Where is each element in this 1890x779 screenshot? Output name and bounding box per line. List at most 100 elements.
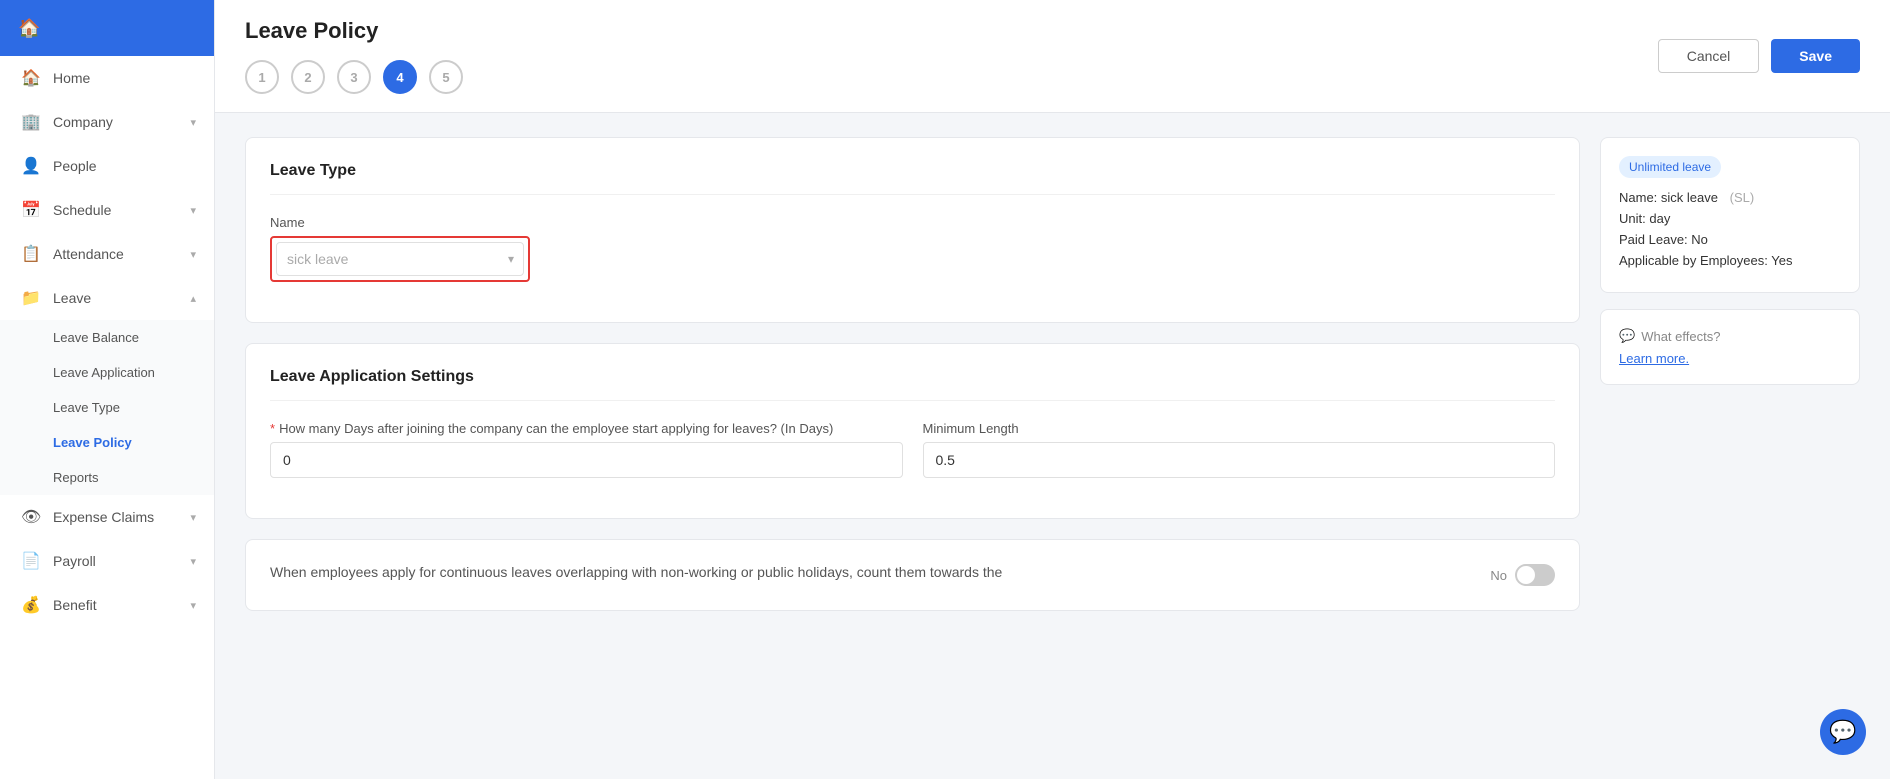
min-length-label: Minimum Length: [923, 421, 1556, 436]
sidebar-item-schedule[interactable]: 📅 Schedule ▾: [0, 188, 214, 232]
sidebar-item-label: Leave: [53, 290, 91, 306]
benefit-icon: 💰: [21, 595, 41, 615]
sidebar-item-label: Payroll: [53, 553, 96, 569]
info-abbr: (SL): [1730, 190, 1755, 205]
chevron-down-icon: ▾: [190, 599, 196, 612]
effects-card: 💬 What effects? Learn more.: [1600, 309, 1860, 385]
content-main: Leave Type Name sick leave Leave Applica…: [245, 137, 1580, 755]
name-form-group: Name sick leave: [270, 215, 1555, 282]
sidebar-sub-item-label: Leave Application: [53, 365, 155, 380]
info-unit-row: Unit: day: [1619, 211, 1841, 226]
required-marker: *: [270, 421, 275, 436]
chevron-down-icon: ▾: [190, 116, 196, 129]
step-1[interactable]: 1: [245, 60, 279, 94]
attendance-icon: 📋: [21, 244, 41, 264]
effects-title: 💬 What effects?: [1619, 328, 1841, 344]
main-content: Leave Policy 1 2 3 4 5 Cancel Save Leave…: [215, 0, 1890, 779]
info-unit-label: Unit:: [1619, 211, 1646, 226]
info-paid-row: Paid Leave: No: [1619, 232, 1841, 247]
sidebar-item-label: Company: [53, 114, 113, 130]
chevron-up-icon: ▴: [190, 292, 196, 305]
overlap-toggle[interactable]: [1515, 564, 1555, 586]
effects-icon: 💬: [1619, 328, 1635, 344]
leave-type-card-title: Leave Type: [270, 162, 1555, 195]
info-name-value: sick leave: [1661, 190, 1718, 205]
sidebar-item-payroll[interactable]: 📄 Payroll ▾: [0, 539, 214, 583]
name-select[interactable]: sick leave: [276, 242, 524, 276]
sidebar-header: 🏠: [0, 0, 214, 56]
sidebar-item-home[interactable]: 🏠 Home: [0, 56, 214, 100]
action-buttons: Cancel Save: [1658, 39, 1860, 73]
effects-title-text: What effects?: [1641, 329, 1720, 344]
info-card: Unlimited leave Name: sick leave (SL) Un…: [1600, 137, 1860, 293]
sidebar-item-attendance[interactable]: 📋 Attendance ▾: [0, 232, 214, 276]
sidebar-item-benefit[interactable]: 💰 Benefit ▾: [0, 583, 214, 627]
leave-icon: 📁: [21, 288, 41, 308]
payroll-icon: 📄: [21, 551, 41, 571]
sidebar: 🏠 🏠 Home 🏢 Company ▾ 👤 People 📅 Schedule…: [0, 0, 215, 779]
info-name-label: Name:: [1619, 190, 1657, 205]
chat-button[interactable]: 💬: [1820, 709, 1866, 755]
step-2[interactable]: 2: [291, 60, 325, 94]
sidebar-item-leave-policy[interactable]: Leave Policy: [0, 425, 214, 460]
leave-submenu: Leave Balance Leave Application Leave Ty…: [0, 320, 214, 495]
sidebar-item-label: People: [53, 158, 97, 174]
sidebar-sub-item-label: Leave Type: [53, 400, 120, 415]
toggle-no-label: No: [1490, 568, 1507, 583]
sidebar-item-leave-balance[interactable]: Leave Balance: [0, 320, 214, 355]
chat-icon: 💬: [1829, 719, 1856, 745]
sidebar-sub-item-label: Leave Policy: [53, 435, 132, 450]
chevron-down-icon: ▾: [190, 204, 196, 217]
sidebar-item-leave-application[interactable]: Leave Application: [0, 355, 214, 390]
home-icon: 🏠: [21, 68, 41, 88]
leave-app-settings-title: Leave Application Settings: [270, 368, 1555, 401]
people-icon: 👤: [21, 156, 41, 176]
leave-app-settings-card: Leave Application Settings *How many Day…: [245, 343, 1580, 519]
days-input[interactable]: [270, 442, 903, 478]
sidebar-item-leave-type[interactable]: Leave Type: [0, 390, 214, 425]
info-applicable-row: Applicable by Employees: Yes: [1619, 253, 1841, 268]
cancel-button[interactable]: Cancel: [1658, 39, 1760, 73]
settings-form-row: *How many Days after joining the company…: [270, 421, 1555, 494]
sidebar-item-company[interactable]: 🏢 Company ▾: [0, 100, 214, 144]
overlap-section: When employees apply for continuous leav…: [245, 539, 1580, 611]
side-panel: Unlimited leave Name: sick leave (SL) Un…: [1600, 137, 1860, 755]
content-area: Leave Type Name sick leave Leave Applica…: [215, 113, 1890, 779]
sidebar-item-leave[interactable]: 📁 Leave ▴: [0, 276, 214, 320]
name-select-border: sick leave: [270, 236, 530, 282]
unlimited-badge: Unlimited leave: [1619, 156, 1721, 178]
info-paid-label: Paid Leave:: [1619, 232, 1688, 247]
chevron-down-icon: ▾: [190, 555, 196, 568]
info-applicable-value: Yes: [1771, 253, 1792, 268]
days-label: *How many Days after joining the company…: [270, 421, 903, 436]
toggle-wrapper: No: [1490, 564, 1555, 586]
name-select-wrapper: sick leave: [276, 242, 524, 276]
step-5[interactable]: 5: [429, 60, 463, 94]
schedule-icon: 📅: [21, 200, 41, 220]
topbar: Leave Policy 1 2 3 4 5 Cancel Save: [215, 0, 1890, 113]
overlap-text: When employees apply for continuous leav…: [270, 564, 1470, 580]
min-length-input[interactable]: [923, 442, 1556, 478]
save-button[interactable]: Save: [1771, 39, 1860, 73]
step-3[interactable]: 3: [337, 60, 371, 94]
step-indicator: 1 2 3 4 5: [245, 60, 463, 94]
learn-more-link[interactable]: Learn more.: [1619, 351, 1689, 366]
chevron-down-icon: ▾: [190, 248, 196, 261]
sidebar-item-expense-claims[interactable]: 👁 Expense Claims ▾: [0, 495, 214, 539]
topbar-left: Leave Policy 1 2 3 4 5: [245, 18, 463, 94]
step-4[interactable]: 4: [383, 60, 417, 94]
info-applicable-label: Applicable by Employees:: [1619, 253, 1768, 268]
leave-type-card: Leave Type Name sick leave: [245, 137, 1580, 323]
days-form-group: *How many Days after joining the company…: [270, 421, 903, 478]
sidebar-item-reports[interactable]: Reports: [0, 460, 214, 495]
sidebar-sub-item-label: Leave Balance: [53, 330, 139, 345]
chevron-down-icon: ▾: [190, 511, 196, 524]
sidebar-item-label: Schedule: [53, 202, 111, 218]
app-icon: 🏠: [18, 18, 40, 39]
sidebar-item-label: Benefit: [53, 597, 97, 613]
company-icon: 🏢: [21, 112, 41, 132]
sidebar-item-people[interactable]: 👤 People: [0, 144, 214, 188]
info-paid-value: No: [1691, 232, 1708, 247]
expense-icon: 👁: [21, 507, 41, 527]
sidebar-item-label: Attendance: [53, 246, 124, 262]
